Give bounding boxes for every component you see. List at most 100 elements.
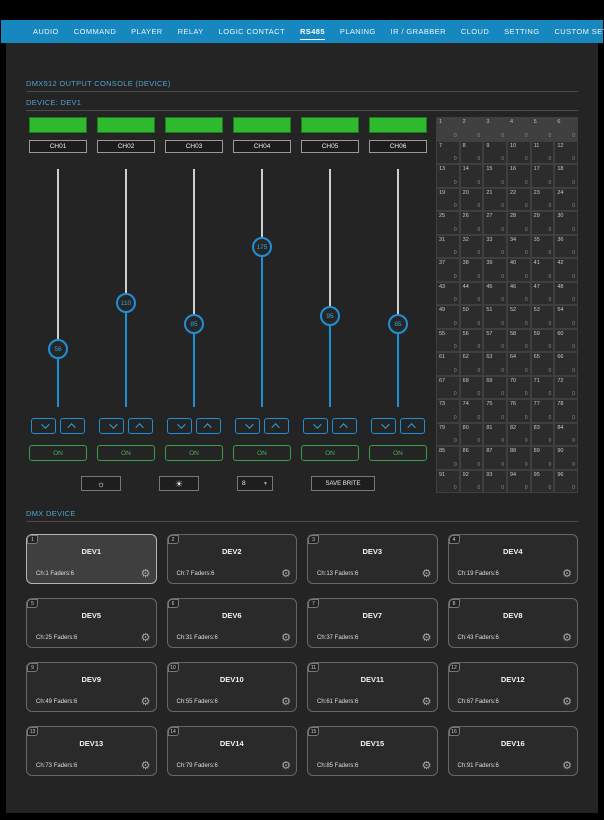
gear-icon[interactable]: ⚙	[141, 759, 151, 772]
bright-button[interactable]: ☀	[159, 476, 199, 491]
channel-cell-66[interactable]: 66 0	[554, 352, 578, 376]
channel-cell-11[interactable]: 11 0	[530, 140, 555, 164]
channel-cell-74[interactable]: 74 0	[459, 399, 484, 423]
device-card-dev16[interactable]: 16 DEV16 Ch:91 Faders:6 ⚙	[447, 726, 578, 776]
channel-cell-76[interactable]: 76 0	[506, 399, 531, 423]
channel-slider[interactable]: 56	[29, 169, 87, 407]
device-card-dev14[interactable]: 14 DEV14 Ch:79 Faders:6 ⚙	[166, 726, 297, 776]
increment-button[interactable]	[400, 418, 425, 434]
channel-cell-65[interactable]: 65 0	[530, 352, 555, 376]
channel-cell-22[interactable]: 22 0	[506, 187, 531, 211]
channel-on-button[interactable]: ON	[233, 445, 291, 461]
gear-icon[interactable]: ⚙	[281, 695, 291, 708]
channel-cell-5[interactable]: 50	[530, 117, 555, 141]
channel-on-button[interactable]: ON	[97, 445, 155, 461]
increment-button[interactable]	[196, 418, 221, 434]
nav-tab-player[interactable]: PLAYER	[131, 24, 162, 39]
channel-cell-40[interactable]: 40 0	[506, 258, 531, 282]
nav-tab-audio[interactable]: AUDIO	[33, 24, 59, 39]
channel-cell-67[interactable]: 67 0	[436, 375, 460, 399]
device-card-dev6[interactable]: 6 DEV6 Ch:31 Faders:6 ⚙	[166, 598, 297, 648]
channel-cell-8[interactable]: 80	[459, 140, 484, 164]
channel-cell-16[interactable]: 16 0	[506, 164, 531, 188]
slider-knob[interactable]: 95	[320, 306, 340, 326]
channel-cell-37[interactable]: 37 0	[436, 258, 460, 282]
channel-cell-95[interactable]: 95 0	[530, 469, 555, 493]
device-card-dev7[interactable]: 7 DEV7 Ch:37 Faders:6 ⚙	[307, 598, 438, 648]
channel-cell-57[interactable]: 57 0	[483, 328, 507, 352]
channel-cell-88[interactable]: 88 0	[506, 446, 531, 470]
channel-cell-51[interactable]: 51 0	[483, 305, 507, 329]
channel-cell-47[interactable]: 47 0	[530, 281, 555, 305]
channel-cell-13[interactable]: 13 0	[436, 164, 460, 188]
channel-cell-55[interactable]: 55 0	[436, 328, 460, 352]
channel-cell-3[interactable]: 30	[483, 117, 507, 141]
decrement-button[interactable]	[99, 418, 124, 434]
channel-slider[interactable]: 85	[165, 169, 223, 407]
channel-cell-63[interactable]: 63 0	[483, 352, 507, 376]
channel-slider[interactable]: 110	[97, 169, 155, 407]
channel-cell-48[interactable]: 48 0	[554, 281, 578, 305]
channel-cell-33[interactable]: 33 0	[483, 234, 507, 258]
slider-knob[interactable]: 85	[388, 314, 408, 334]
channel-cell-86[interactable]: 86 0	[459, 446, 484, 470]
increment-button[interactable]	[332, 418, 357, 434]
save-brite-button[interactable]: SAVE BRITE	[311, 476, 375, 491]
gear-icon[interactable]: ⚙	[562, 695, 572, 708]
channel-cell-1[interactable]: 10	[436, 117, 460, 141]
channel-cell-28[interactable]: 28 0	[506, 211, 531, 235]
decrement-button[interactable]	[371, 418, 396, 434]
channel-cell-81[interactable]: 81 0	[483, 422, 507, 446]
fade-select[interactable]: 8 ▼	[237, 476, 273, 491]
channel-cell-38[interactable]: 38 0	[459, 258, 484, 282]
channel-cell-18[interactable]: 18 0	[554, 164, 578, 188]
increment-button[interactable]	[264, 418, 289, 434]
channel-cell-78[interactable]: 78 0	[554, 399, 578, 423]
slider-knob[interactable]: 110	[116, 293, 136, 313]
channel-cell-26[interactable]: 26 0	[459, 211, 484, 235]
device-card-dev10[interactable]: 10 DEV10 Ch:55 Faders:6 ⚙	[166, 662, 297, 712]
channel-cell-68[interactable]: 68 0	[459, 375, 484, 399]
device-card-dev1[interactable]: 1 DEV1 Ch:1 Faders:6 ⚙	[26, 534, 157, 584]
channel-cell-72[interactable]: 72 0	[554, 375, 578, 399]
channel-cell-9[interactable]: 90	[483, 140, 507, 164]
channel-cell-25[interactable]: 25 0	[436, 211, 460, 235]
channel-cell-69[interactable]: 69 0	[483, 375, 507, 399]
channel-cell-21[interactable]: 21 0	[483, 187, 507, 211]
channel-cell-59[interactable]: 59 0	[530, 328, 555, 352]
channel-cell-83[interactable]: 83 0	[530, 422, 555, 446]
channel-cell-77[interactable]: 77 0	[530, 399, 555, 423]
channel-cell-82[interactable]: 82 0	[506, 422, 531, 446]
device-card-dev2[interactable]: 2 DEV2 Ch:7 Faders:6 ⚙	[166, 534, 297, 584]
decrement-button[interactable]	[235, 418, 260, 434]
device-card-dev12[interactable]: 12 DEV12 Ch:67 Faders:6 ⚙	[447, 662, 578, 712]
channel-cell-39[interactable]: 39 0	[483, 258, 507, 282]
channel-on-button[interactable]: ON	[29, 445, 87, 461]
gear-icon[interactable]: ⚙	[281, 631, 291, 644]
decrement-button[interactable]	[31, 418, 56, 434]
channel-cell-20[interactable]: 20 0	[459, 187, 484, 211]
channel-cell-4[interactable]: 40	[506, 117, 531, 141]
channel-cell-49[interactable]: 49 0	[436, 305, 460, 329]
device-card-dev5[interactable]: 5 DEV5 Ch:25 Faders:6 ⚙	[26, 598, 157, 648]
channel-cell-64[interactable]: 64 0	[506, 352, 531, 376]
channel-cell-14[interactable]: 14 0	[459, 164, 484, 188]
channel-cell-70[interactable]: 70 0	[506, 375, 531, 399]
channel-cell-19[interactable]: 19 0	[436, 187, 460, 211]
channel-cell-89[interactable]: 89 0	[530, 446, 555, 470]
channel-cell-52[interactable]: 52 0	[506, 305, 531, 329]
channel-cell-45[interactable]: 45 0	[483, 281, 507, 305]
nav-tab-rs485[interactable]: RS485	[299, 24, 325, 40]
channel-cell-43[interactable]: 43 0	[436, 281, 460, 305]
channel-cell-79[interactable]: 79 0	[436, 422, 460, 446]
channel-cell-71[interactable]: 71 0	[530, 375, 555, 399]
channel-cell-94[interactable]: 94 0	[506, 469, 531, 493]
nav-tab-relay[interactable]: RELAY	[178, 24, 204, 39]
channel-cell-87[interactable]: 87 0	[483, 446, 507, 470]
channel-cell-73[interactable]: 73 0	[436, 399, 460, 423]
nav-tab-cloud[interactable]: CLOUD	[461, 24, 489, 39]
device-card-dev13[interactable]: 13 DEV13 Ch:73 Faders:6 ⚙	[26, 726, 157, 776]
channel-cell-29[interactable]: 29 0	[530, 211, 555, 235]
slider-knob[interactable]: 56	[48, 339, 68, 359]
channel-cell-53[interactable]: 53 0	[530, 305, 555, 329]
